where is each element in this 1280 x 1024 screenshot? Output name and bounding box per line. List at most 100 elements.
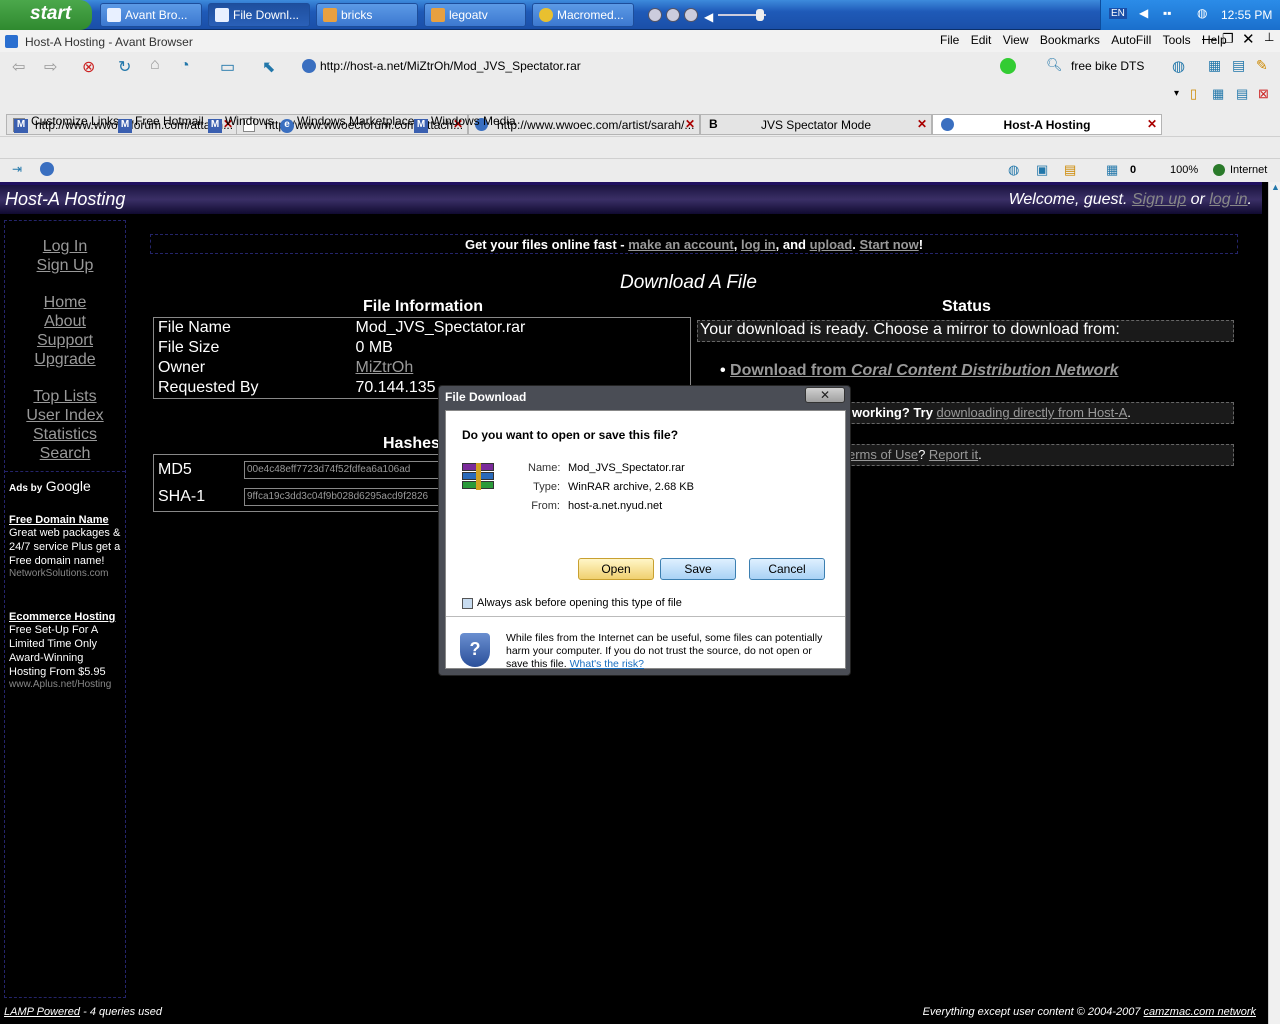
menu-view[interactable]: View [1003,33,1029,47]
previous-icon[interactable] [648,8,662,22]
close-tab-icon[interactable]: ✕ [1147,117,1157,131]
pause-icon[interactable] [666,8,680,22]
menu-autofill[interactable]: AutoFill [1111,33,1151,47]
search-input[interactable]: free bike DTS [1071,59,1144,73]
terms-link[interactable]: erms of Use [848,447,918,462]
menu-edit[interactable]: Edit [971,33,992,47]
link-windows[interactable]: M Windows [208,114,274,133]
link-customize[interactable]: M Customize Links [14,114,119,133]
signup-link[interactable]: Sign up [1132,191,1186,208]
volume-thumb[interactable] [756,9,764,21]
refresh-icon[interactable]: ↻ [118,57,131,77]
cascade-icon[interactable]: ▤ [1236,86,1248,102]
volume-icon[interactable]: ◀ [704,10,713,24]
sha1-field[interactable]: 9ffca19c3dd3c04f9b028d6295acd9f2826 [244,488,444,506]
sidebar-upgrade[interactable]: Upgrade [5,350,125,369]
close-icon[interactable]: ✕ [1242,30,1255,48]
clock[interactable]: 12:55 PM [1221,8,1272,22]
pin-icon[interactable]: ⊥ [1264,30,1274,44]
macromedia-icon [539,8,553,22]
home-icon[interactable]: ⌂ [150,56,160,74]
dialog-close-button[interactable]: ✕ [805,387,845,403]
tab-list-icon[interactable]: ▾ [1174,88,1179,99]
tool-icon[interactable]: ▤ [1232,57,1245,74]
sidebar-toggle-icon[interactable]: ⇥ [12,162,22,176]
taskbar-button-file-download[interactable]: File Downl... [208,3,310,27]
tab-jvs-spectator[interactable]: B JVS Spectator Mode ✕ [700,114,932,135]
sidebar-support[interactable]: Support [5,331,125,350]
banner-login-link[interactable]: log in [741,237,776,252]
language-indicator[interactable]: EN [1109,8,1127,19]
close-tab-icon[interactable]: ✕ [917,117,927,131]
menu-file[interactable]: File [940,33,959,47]
start-button[interactable]: start [0,0,92,30]
restore-icon[interactable]: ❐ [1222,31,1234,47]
menu-tools[interactable]: Tools [1163,33,1191,47]
tile-icon[interactable]: ▦ [1212,86,1224,102]
taskbar-button-avant[interactable]: Avant Bro... [100,3,202,27]
sidebar-user-index[interactable]: User Index [5,406,125,425]
lock-icon[interactable]: ▤ [1064,162,1076,178]
taskbar-button-bricks[interactable]: bricks [316,3,418,27]
taskbar-button-macromedia[interactable]: Macromed... [532,3,634,27]
scroll-up-icon[interactable]: ▲ [1271,182,1280,192]
cancel-button[interactable]: Cancel [749,558,825,580]
lamp-link[interactable]: LAMP Powered [4,1006,80,1018]
menu-bookmarks[interactable]: Bookmarks [1040,33,1100,47]
ad-2[interactable]: Ecommerce Hosting Free Set-Up For A Limi… [9,611,121,690]
sidebar-login[interactable]: Log In [5,237,125,256]
upload-link[interactable]: upload [810,237,853,252]
popup-icon[interactable]: ◍ [1008,162,1019,178]
link-windows-media[interactable]: M Windows Media [414,114,516,133]
sidebar-signup[interactable]: Sign Up [5,256,125,275]
tool-icon[interactable]: ▦ [1208,57,1221,74]
owner-link[interactable]: MiZtrOh [356,359,414,376]
scrollbar[interactable]: ▲ [1268,182,1280,1024]
make-account-link[interactable]: make an account [628,237,734,252]
history-icon[interactable]: ◔ [180,57,190,75]
direct-download-link[interactable]: downloading directly from Host-A [937,405,1128,420]
download-icon[interactable]: ▦ [1106,162,1118,178]
tray-app-icon[interactable]: ◍ [1197,6,1207,20]
sidebar: Log In Sign Up Home About Support Upgrad… [4,220,126,998]
flash-icon[interactable]: ▣ [1036,162,1048,178]
md5-field[interactable]: 00e4c48eff7723d74f52fdfea6a106ad [244,461,444,479]
pointer-icon[interactable]: ⬉ [262,57,275,77]
camzmac-link[interactable]: camzmac.com network [1144,1006,1256,1018]
tray-back-icon[interactable]: ◀ [1139,6,1148,20]
sidebar-search[interactable]: Search [5,444,125,463]
search-engine-icon[interactable]: ◍ [1172,57,1185,75]
open-button[interactable]: Open [578,558,654,580]
whats-the-risk-link[interactable]: What's the risk? [570,658,644,670]
network-icon[interactable]: ▪▪ [1163,6,1172,20]
next-icon[interactable] [684,8,698,22]
sidebar-statistics[interactable]: Statistics [5,425,125,444]
always-ask-checkbox[interactable] [462,598,473,609]
go-icon[interactable] [1000,58,1016,74]
link-hotmail[interactable]: M Free Hotmail [118,114,204,133]
tab-host-a-hosting[interactable]: Host-A Hosting ✕ [932,114,1162,135]
back-icon[interactable]: ⇦ [12,57,25,77]
sidebar-home[interactable]: Home [5,293,125,312]
new-tab-icon[interactable]: ▯ [1190,86,1197,102]
login-link[interactable]: log in [1209,191,1247,208]
ad-1[interactable]: Free Domain Name Great web packages & 24… [9,514,121,579]
sidebar-about[interactable]: About [5,312,125,331]
taskbar-button-legoatv[interactable]: legoatv [424,3,526,27]
forward-icon[interactable]: ⇨ [44,57,57,77]
start-now-link[interactable]: Start now [859,237,918,252]
highlight-icon[interactable]: ✎ [1256,57,1268,74]
coral-mirror-link[interactable]: Download from Coral Content Distribution… [730,362,1118,379]
minimize-icon[interactable]: — [1202,30,1216,46]
close-all-icon[interactable]: ⊠ [1258,86,1269,102]
save-button[interactable]: Save [660,558,736,580]
table-row: Owner MiZtrOh [158,359,414,376]
sidebar-top-lists[interactable]: Top Lists [5,387,125,406]
link-marketplace[interactable]: e Windows Marketplace [280,114,414,133]
address-bar[interactable]: http://host-a.net/MiZtrOh/Mod_JVS_Specta… [320,59,581,73]
zoom-level[interactable]: 100% [1170,164,1198,176]
close-tab-icon[interactable]: ✕ [685,117,695,131]
stop-icon[interactable]: ⊗ [82,57,95,77]
window-icon[interactable]: ▭ [220,57,235,77]
report-link[interactable]: Report it [929,447,978,462]
